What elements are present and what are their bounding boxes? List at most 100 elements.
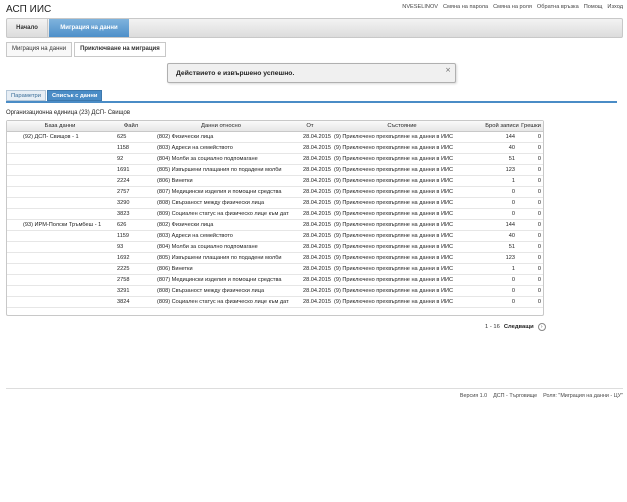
cell-from: 28.04.2015 (303, 299, 331, 305)
change-role-link[interactable]: Смяна на роля (493, 4, 532, 10)
cell-file: 3290 (117, 200, 130, 206)
cell-data-about: (803) Адреси на семейството (157, 233, 233, 239)
header-record-count[interactable]: Брой записи (483, 123, 521, 129)
header-status[interactable]: Състояние (333, 123, 471, 129)
pager-next-button[interactable]: Следващи (504, 324, 534, 330)
feedback-link[interactable]: Обратна връзка (537, 4, 579, 10)
cell-file: 3291 (117, 288, 130, 294)
cell-errors: 0 (537, 211, 541, 217)
cell-record-count: 0 (511, 189, 515, 195)
cell-errors: 0 (537, 178, 541, 184)
logout-link[interactable]: Изход (607, 4, 623, 10)
cell-from: 28.04.2015 (303, 233, 331, 239)
cell-from: 28.04.2015 (303, 178, 331, 184)
table-row[interactable]: (93) ИРМ-Полски Тръмбеш - 1 626 (802) Физи… (7, 220, 543, 231)
cell-from: 28.04.2015 (303, 189, 331, 195)
username-link[interactable]: NVESELINOV (402, 4, 438, 10)
cell-errors: 0 (537, 266, 541, 272)
cell-errors: 0 (537, 277, 541, 283)
cell-record-count: 0 (511, 299, 515, 305)
cell-status: (9) Приключено прехвърляне на данни в ИИ… (334, 134, 454, 140)
cell-file: 1159 (117, 233, 130, 239)
cell-from: 28.04.2015 (303, 277, 331, 283)
table-row[interactable]: 1158 (803) Адреси на семейството 28.04.201… (7, 143, 543, 154)
cell-file: 1158 (117, 145, 130, 151)
pagination: 1 - 16 Следващи › (485, 322, 546, 332)
cell-data-about: (802) Физически лица (157, 222, 214, 228)
cell-record-count: 0 (511, 288, 515, 294)
cell-data-about: (808) Свързаност между физически лица (157, 200, 265, 206)
cell-record-count: 144 (505, 222, 515, 228)
chevron-right-icon[interactable]: › (537, 323, 546, 331)
cell-errors: 0 (537, 233, 541, 239)
help-link[interactable]: Помощ (584, 4, 603, 10)
table-row[interactable]: 3823 (809) Социален статус на физическо л… (7, 209, 543, 220)
table-row[interactable]: 2758 (807) Медицински изделия и помощни с… (7, 275, 543, 286)
cell-from: 28.04.2015 (303, 134, 331, 140)
cell-status: (9) Приключено прехвърляне на данни в ИИ… (334, 255, 454, 261)
cell-status: (9) Приключено прехвърляне на данни в ИИ… (334, 266, 454, 272)
cell-record-count: 51 (508, 156, 515, 162)
cell-file: 625 (117, 134, 127, 140)
footer-role: Роля: "Миграция на данни - ЦУ" (543, 393, 623, 399)
header-file[interactable]: Файл (113, 123, 149, 129)
nav-data-migration[interactable]: Миграция на данни (49, 19, 129, 37)
cell-file: 1691 (117, 167, 130, 173)
header-errors[interactable]: Грешки (519, 123, 543, 129)
tab-parameters[interactable]: Параметри (6, 90, 46, 101)
breadcrumb-data-migration[interactable]: Миграция на данни (6, 42, 73, 57)
pager-range: 1 - 16 (485, 324, 500, 330)
table-row[interactable]: (92) ДСП- Свищов - 1 625 (802) Физически л… (7, 132, 543, 143)
cell-status: (9) Приключено прехвърляне на данни в ИИ… (334, 288, 454, 294)
close-icon[interactable]: × (445, 66, 451, 74)
header-database[interactable]: База данни (7, 123, 113, 129)
cell-file: 3823 (117, 211, 130, 217)
cell-record-count: 40 (508, 145, 515, 151)
cell-status: (9) Приключено прехвърляне на данни в ИИ… (334, 299, 454, 305)
cell-data-about: (805) Извършени плащания по подадени мол… (157, 167, 282, 173)
cell-from: 28.04.2015 (303, 255, 331, 261)
cell-from: 28.04.2015 (303, 156, 331, 162)
cell-status: (9) Приключено прехвърляне на данни в ИИ… (334, 178, 454, 184)
breadcrumb-finish-migration: Приключване на миграция (74, 42, 166, 57)
table-row[interactable]: 92 (804) Молби за социално подпомагане 28.… (7, 154, 543, 165)
cell-from: 28.04.2015 (303, 211, 331, 217)
table-row[interactable]: 2225 (806) Винетки 28.04.2015 (9) Приключен… (7, 264, 543, 275)
nav-home[interactable]: Начало (7, 19, 48, 37)
cell-status: (9) Приключено прехвърляне на данни в ИИ… (334, 233, 454, 239)
table-row[interactable]: 93 (804) Молби за социално подпомагане 28.… (7, 242, 543, 253)
table-row[interactable]: 1159 (803) Адреси на семейството 28.04.201… (7, 231, 543, 242)
tab-bar: Параметри Списък с данни (6, 90, 103, 101)
cell-file: 2225 (117, 266, 130, 272)
table-row[interactable]: 3290 (808) Свързаност между физически лиц… (7, 198, 543, 209)
table-row[interactable]: 3824 (809) Социален статус на физическо л… (7, 297, 543, 308)
cell-record-count: 0 (511, 211, 515, 217)
cell-errors: 0 (537, 222, 541, 228)
cell-from: 28.04.2015 (303, 200, 331, 206)
cell-status: (9) Приключено прехвърляне на данни в ИИ… (334, 200, 454, 206)
cell-record-count: 0 (511, 200, 515, 206)
header-data-about[interactable]: Данни относно (157, 123, 285, 129)
tab-data-list[interactable]: Списък с данни (46, 90, 103, 101)
cell-database: (92) ДСП- Свищов - 1 (23, 134, 79, 140)
cell-errors: 0 (537, 156, 541, 162)
cell-errors: 0 (537, 189, 541, 195)
cell-data-about: (805) Извършени плащания по подадени мол… (157, 255, 282, 261)
cell-file: 3824 (117, 299, 130, 305)
success-alert: Действието е извършено успешно. × (167, 63, 456, 83)
table-row[interactable]: 2757 (807) Медицински изделия и помощни с… (7, 187, 543, 198)
app-title: АСП ИИС (6, 4, 52, 15)
cell-data-about: (803) Адреси на семейството (157, 145, 233, 151)
cell-from: 28.04.2015 (303, 145, 331, 151)
table-row[interactable]: 1692 (805) Извършени плащания по подадени… (7, 253, 543, 264)
cell-record-count: 1 (511, 178, 515, 184)
change-password-link[interactable]: Смяна на парола (443, 4, 488, 10)
table-row[interactable]: 3291 (808) Свързаност между физически лиц… (7, 286, 543, 297)
footer: Версия 1.0 ДСП - Търговище Роля: "Миграц… (460, 393, 623, 399)
cell-data-about: (806) Винетки (157, 178, 193, 184)
table-row[interactable]: 2224 (806) Винетки 28.04.2015 (9) Приключен… (7, 176, 543, 187)
header-from[interactable]: От (291, 123, 329, 129)
footer-department: ДСП - Търговище (493, 393, 538, 399)
table-row[interactable]: 1691 (805) Извършени плащания по подадени… (7, 165, 543, 176)
cell-record-count: 123 (505, 167, 515, 173)
